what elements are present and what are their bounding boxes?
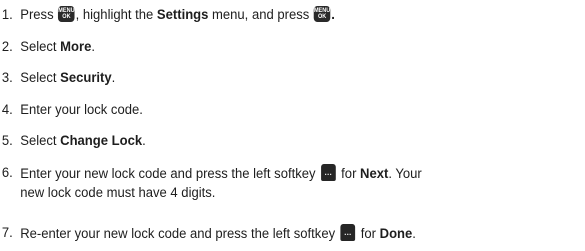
step-text: Re-enter your new lock code and press th… xyxy=(20,224,416,244)
step-text: Select More. xyxy=(20,38,95,57)
step-text-segment: Enter your lock code. xyxy=(20,102,143,118)
step-text-segment: Select xyxy=(20,70,61,86)
settings-menu-label: Settings xyxy=(156,7,209,23)
step-number: 7. xyxy=(1,225,13,241)
step-number: 1. xyxy=(1,7,13,23)
step-text: Enter your new lock code and press the l… xyxy=(20,164,422,203)
change-lock-option-label: Change Lock xyxy=(60,133,143,149)
step-number: 2. xyxy=(1,39,13,55)
key-label-bottom: OK xyxy=(317,14,327,20)
step-text-segment: . xyxy=(412,226,416,242)
key-label-bottom: OK xyxy=(62,14,71,20)
step-number: 6. xyxy=(1,165,13,181)
step-text-segment: . xyxy=(111,70,116,86)
step-text-segment: for xyxy=(357,226,380,242)
step-text-segment: Enter your new lock code and press the l… xyxy=(20,166,320,182)
step-text-segment: Press xyxy=(20,7,58,23)
step-number: 3. xyxy=(1,70,13,86)
softkey-glyph: ··· xyxy=(344,230,352,239)
step-number: 5. xyxy=(1,133,13,149)
step-text: Select Security. xyxy=(20,69,115,88)
instruction-steps: 1. Press MENU OK, highlight the Settings … xyxy=(0,0,585,251)
step-text-segment: Re-enter your new lock code and press th… xyxy=(20,226,339,242)
step-text-segment: Select xyxy=(20,133,61,149)
step-text-segment: . xyxy=(91,39,95,55)
step-text-segment: , highlight the xyxy=(75,7,157,23)
more-option-label: More xyxy=(60,39,92,55)
left-softkey-icon: ··· xyxy=(340,224,356,241)
menu-ok-key-icon: MENU OK xyxy=(313,6,331,22)
step-text: Press MENU OK, highlight the Settings men… xyxy=(20,6,335,25)
done-softkey-label: Done xyxy=(379,226,413,242)
step-text: Enter your lock code. xyxy=(20,101,143,120)
step-number: 4. xyxy=(1,102,13,118)
menu-ok-key-icon: MENU OK xyxy=(58,6,75,22)
step-text-segment: for xyxy=(337,166,361,182)
left-softkey-icon: ··· xyxy=(320,164,336,181)
step-text-segment: . Your xyxy=(388,166,422,182)
step-text-segment: menu, and press xyxy=(208,7,313,23)
step-text-segment: . xyxy=(331,7,335,23)
step-text-continuation: new lock code must have 4 digits. xyxy=(20,185,216,201)
next-softkey-label: Next xyxy=(360,166,389,182)
softkey-glyph: ··· xyxy=(324,170,333,179)
step-text-segment: Select xyxy=(20,39,61,55)
step-text-segment: . xyxy=(142,133,146,149)
step-text: Select Change Lock. xyxy=(20,132,146,151)
security-option-label: Security xyxy=(60,70,112,86)
